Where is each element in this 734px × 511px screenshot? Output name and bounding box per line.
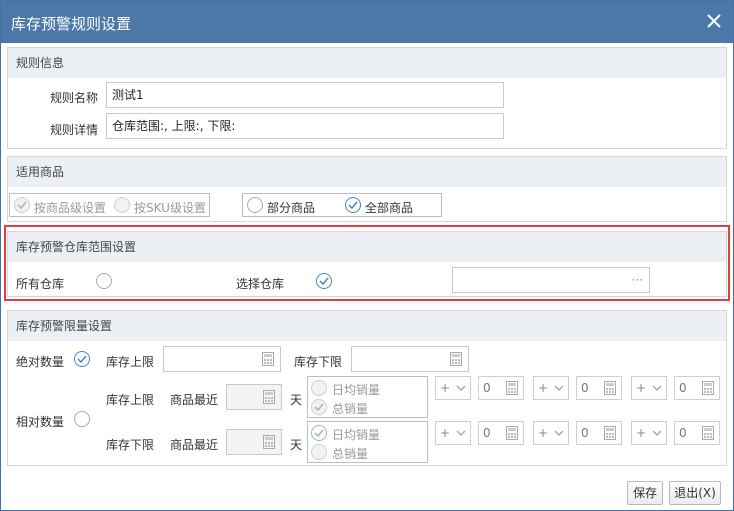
value-text: 0 <box>581 426 589 440</box>
chevron-down-icon <box>652 430 662 437</box>
op-value: + <box>636 426 647 440</box>
warning-rule-dialog: 库存预警规则设置 规则信息 规则名称 测试1 规则详情 仓库范围:, 上限:, … <box>0 0 734 511</box>
rel-upper-label: 库存上限 <box>106 393 155 407</box>
op-value: + <box>636 381 647 395</box>
rel-lower-recent-label: 商品最近 <box>170 438 219 452</box>
rule-name-label: 规则名称 <box>50 91 99 105</box>
abs-lower-label: 库存下限 <box>294 355 343 369</box>
by-goods-label: 按商品级设置 <box>34 201 107 215</box>
rule-detail-input[interactable]: 仓库范围:, 上限:, 下限: <box>106 113 504 139</box>
calculator-icon[interactable] <box>445 347 467 371</box>
goods-title: 适用商品 <box>8 157 726 187</box>
rel-lower-value-3-input[interactable]: 0 <box>674 421 720 445</box>
chevron-down-icon <box>652 385 662 392</box>
value-text: 0 <box>483 381 491 395</box>
rel-upper-total-radio[interactable] <box>311 399 327 415</box>
dialog-title: 库存预警规则设置 <box>11 15 132 33</box>
calculator-icon[interactable] <box>257 347 279 371</box>
rel-lower-op-1-select[interactable]: + <box>435 421 471 445</box>
rel-upper-op-3-select[interactable]: + <box>631 376 667 400</box>
rel-upper-value-3-input[interactable]: 0 <box>674 376 720 400</box>
op-value: + <box>440 426 451 440</box>
rel-lower-sales-type-group: 日均销量 总销量 <box>307 421 428 463</box>
rel-lower-op-3-select[interactable]: + <box>631 421 667 445</box>
close-icon[interactable] <box>703 10 725 32</box>
rule-detail-label: 规则详情 <box>50 123 99 137</box>
calculator-icon[interactable] <box>501 376 523 400</box>
by-sku-radio[interactable] <box>114 197 130 213</box>
abs-upper-input[interactable] <box>163 346 281 372</box>
goods-level-group: 按商品级设置 按SKU级设置 <box>9 193 210 217</box>
partial-goods-label: 部分商品 <box>267 201 316 215</box>
rel-lower-label: 库存下限 <box>106 438 155 452</box>
rel-upper-days-input[interactable] <box>226 384 282 410</box>
rule-name-input[interactable]: 测试1 <box>106 82 504 108</box>
op-value: + <box>538 426 549 440</box>
by-goods-radio[interactable] <box>14 197 30 213</box>
abs-lower-input[interactable] <box>351 346 469 372</box>
chevron-down-icon <box>456 385 466 392</box>
calculator-icon[interactable] <box>258 430 280 454</box>
rel-lower-total-label: 总销量 <box>332 447 369 461</box>
goods-scope-group: 部分商品 全部商品 <box>242 193 442 217</box>
op-value: + <box>538 381 549 395</box>
absolute-qty-label: 绝对数量 <box>16 355 65 369</box>
rel-lower-value-2-input[interactable]: 0 <box>576 421 622 445</box>
value-text: 0 <box>483 426 491 440</box>
op-value: + <box>440 381 451 395</box>
dialog-titlebar: 库存预警规则设置 <box>1 1 733 43</box>
value-text: 0 <box>679 426 687 440</box>
chevron-down-icon <box>554 430 564 437</box>
rel-upper-value-2-input[interactable]: 0 <box>576 376 622 400</box>
partial-goods-radio[interactable] <box>247 197 263 213</box>
rel-upper-value-1-input[interactable]: 0 <box>478 376 524 400</box>
limit-title: 库存预警限量设置 <box>8 311 726 341</box>
abs-upper-label: 库存上限 <box>106 355 155 369</box>
rel-lower-day-unit: 天 <box>290 438 303 452</box>
absolute-qty-radio[interactable] <box>74 351 90 367</box>
calculator-icon[interactable] <box>599 421 621 445</box>
chevron-down-icon <box>554 385 564 392</box>
calculator-icon[interactable] <box>697 376 719 400</box>
calculator-icon[interactable] <box>599 376 621 400</box>
relative-qty-label: 相对数量 <box>16 415 65 429</box>
calculator-icon[interactable] <box>501 421 523 445</box>
rel-lower-daily-radio[interactable] <box>311 425 327 441</box>
limit-section: 库存预警限量设置 绝对数量 库存上限 库存下限 相对数量 库存上限 商品最近 天 <box>7 310 727 466</box>
chevron-down-icon <box>456 430 466 437</box>
value-text: 0 <box>581 381 589 395</box>
rel-upper-op-1-select[interactable]: + <box>435 376 471 400</box>
rule-info-title: 规则信息 <box>8 48 726 78</box>
rel-upper-day-unit: 天 <box>290 393 303 407</box>
rel-upper-op-2-select[interactable]: + <box>533 376 569 400</box>
calculator-icon[interactable] <box>258 385 280 409</box>
rel-upper-sales-type-group: 日均销量 总销量 <box>307 376 428 418</box>
value-text: 0 <box>679 381 687 395</box>
rel-upper-total-label: 总销量 <box>332 402 369 416</box>
all-goods-label: 全部商品 <box>365 201 414 215</box>
warehouse-highlight-box <box>4 225 730 301</box>
all-goods-radio[interactable] <box>345 197 361 213</box>
rel-lower-op-2-select[interactable]: + <box>533 421 569 445</box>
rel-lower-total-radio[interactable] <box>311 444 327 460</box>
rel-lower-value-1-input[interactable]: 0 <box>478 421 524 445</box>
save-button[interactable]: 保存 <box>627 481 663 505</box>
exit-button[interactable]: 退出(X) <box>669 481 721 505</box>
rule-info-section: 规则信息 规则名称 测试1 规则详情 仓库范围:, 上限:, 下限: <box>7 47 727 149</box>
rel-upper-recent-label: 商品最近 <box>170 393 219 407</box>
calculator-icon[interactable] <box>697 421 719 445</box>
rel-lower-daily-label: 日均销量 <box>332 428 381 442</box>
goods-section: 适用商品 按商品级设置 按SKU级设置 部分商品 全部商品 <box>7 156 727 222</box>
relative-qty-radio[interactable] <box>74 411 90 427</box>
rel-lower-days-input[interactable] <box>226 429 282 455</box>
by-sku-label: 按SKU级设置 <box>134 201 206 215</box>
rel-upper-daily-label: 日均销量 <box>332 383 381 397</box>
rel-upper-daily-radio[interactable] <box>311 380 327 396</box>
